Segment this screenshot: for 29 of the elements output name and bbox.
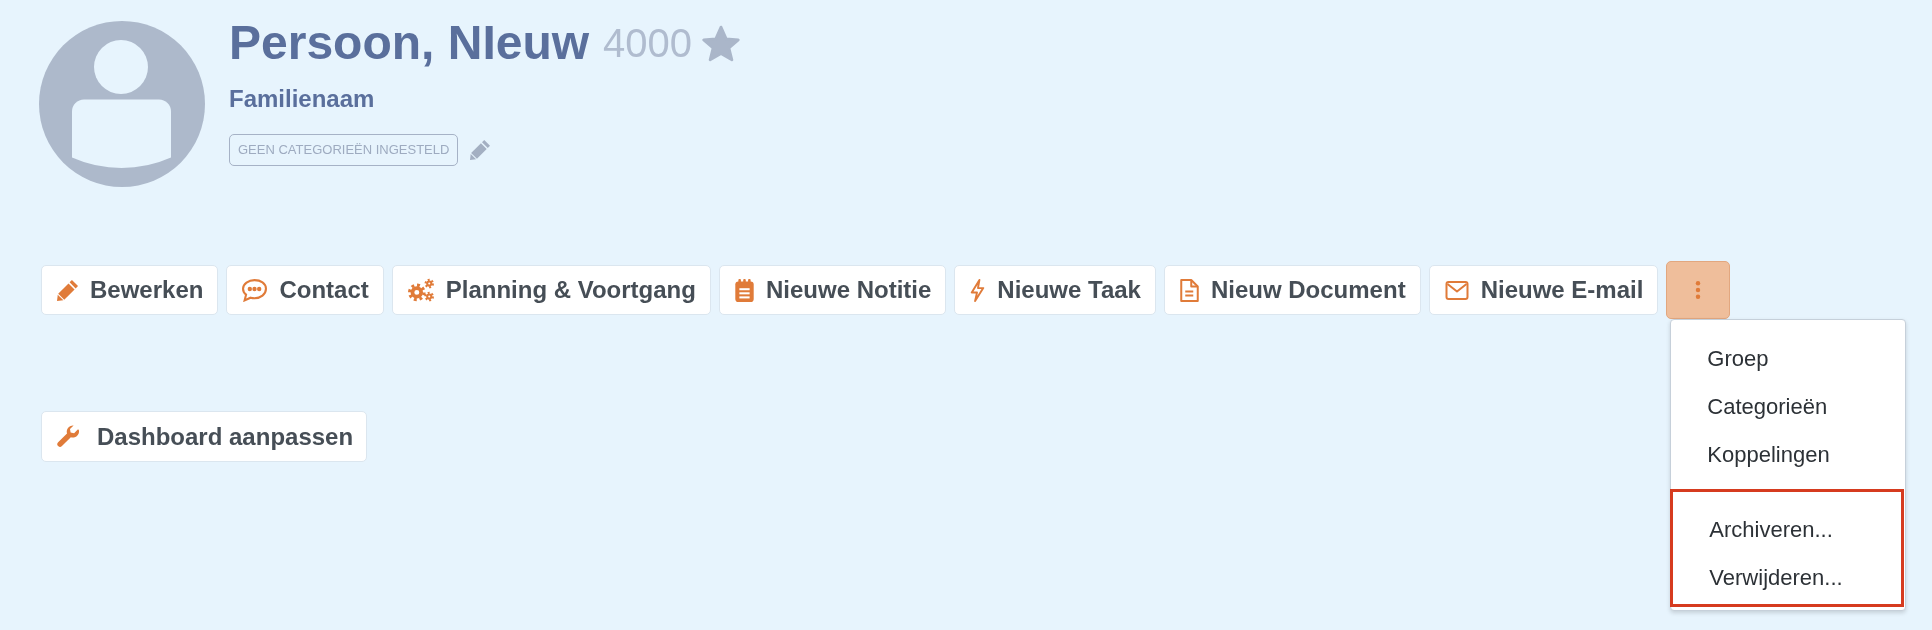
menu-item[interactable]: Groep — [1671, 334, 1906, 382]
dashboard-button[interactable]: Dashboard aanpassen — [41, 411, 368, 462]
menu-item[interactable]: Categorieën — [1671, 382, 1906, 430]
gears-icon — [407, 278, 434, 302]
family-name-label: Familienaam — [229, 84, 375, 114]
pencil-icon — [57, 279, 78, 301]
envelope-icon — [1444, 280, 1469, 300]
action-button[interactable]: Bewerken — [41, 265, 219, 315]
wrench-icon — [57, 425, 80, 448]
vertical-dots-icon — [1695, 281, 1702, 299]
person-name: Persoon, NIeuw — [229, 19, 590, 67]
speech-bubble-icon — [242, 278, 268, 302]
menu-item[interactable]: Koppelingen — [1671, 430, 1906, 478]
document-icon — [1179, 278, 1199, 302]
action-button[interactable]: Planning & Voortgang — [391, 265, 711, 315]
action-button[interactable]: Nieuw Document — [1163, 265, 1421, 315]
more-options-button[interactable] — [1666, 261, 1731, 319]
lightning-icon — [970, 278, 986, 302]
person-number: 4000 — [603, 20, 693, 67]
pencil-icon[interactable] — [470, 140, 491, 160]
action-button[interactable]: Nieuwe E-mail — [1428, 265, 1659, 315]
action-button[interactable]: Nieuwe Notitie — [718, 265, 947, 315]
notepad-icon — [734, 278, 754, 302]
star-icon[interactable] — [702, 24, 741, 62]
action-button[interactable]: Contact — [226, 265, 384, 315]
action-button[interactable]: Nieuwe Taak — [954, 265, 1156, 315]
menu-item[interactable]: Verwijderen... — [1673, 553, 1902, 601]
categories-tag: GEEN CATEGORIEËN INGESTELD — [229, 134, 459, 166]
menu-item[interactable]: Archiveren... — [1673, 505, 1902, 553]
